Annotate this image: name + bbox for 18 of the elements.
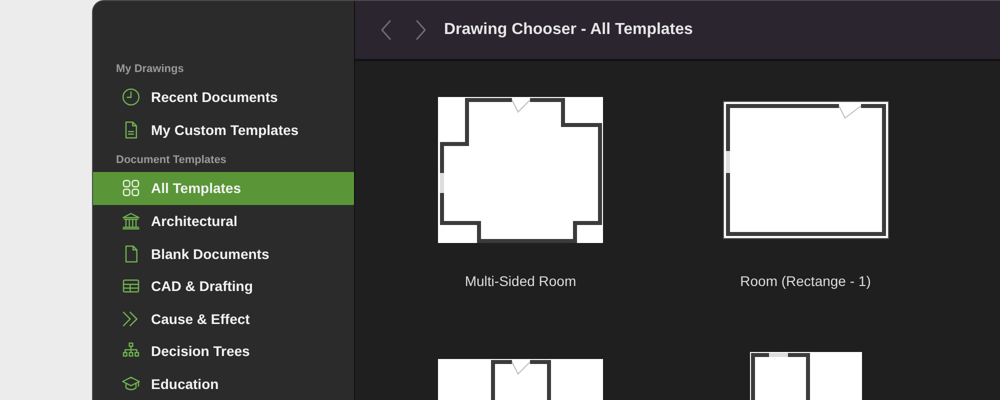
columns-building-icon: [121, 211, 141, 232]
floor-plan-drawing[interactable]: [722, 101, 888, 239]
template-name: Room (Rectange - 1): [740, 273, 871, 289]
sidebar-item[interactable]: Decision Trees: [93, 335, 354, 368]
sidebar-item[interactable]: CAD & Drafting: [93, 270, 354, 303]
sidebar-item[interactable]: Cause & Effect: [93, 302, 354, 336]
section-heading: Document Templates: [115, 153, 228, 168]
section-heading: My Drawings: [115, 62, 185, 77]
sidebar-item[interactable]: Blank Documents: [93, 237, 354, 270]
sidebar-item[interactable]: Education: [93, 368, 354, 400]
sidebar-item[interactable]: My Custom Templates: [93, 114, 354, 146]
sidebar-item[interactable]: Recent Documents: [93, 81, 354, 114]
sidebar-item[interactable]: Architectural: [93, 204, 354, 238]
template-name: Multi-Sided Room: [464, 273, 576, 289]
window-title: Drawing Chooser - All Templates: [444, 21, 693, 39]
grid-icon: [121, 178, 141, 198]
floor-plan-drawing[interactable]: [438, 97, 603, 243]
clock-icon: [121, 87, 141, 108]
